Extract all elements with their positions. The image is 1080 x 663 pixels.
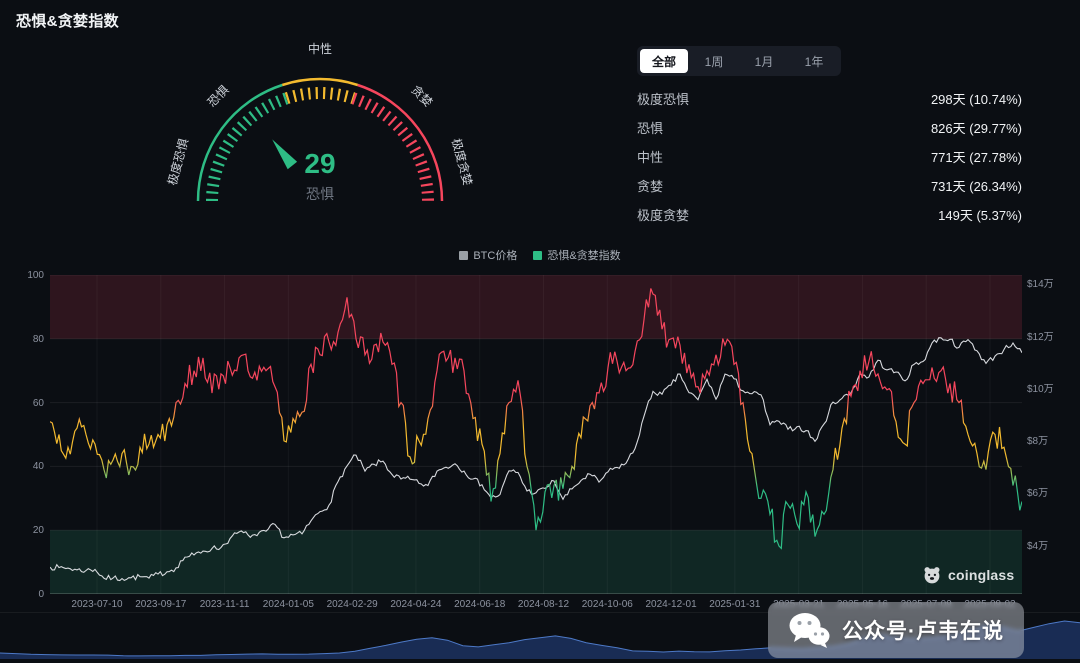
legend-item-btc[interactable]: BTC价格 [459,247,517,263]
range-tabs: 全部 1周 1月 1年 [637,46,841,76]
y-axis-right-label: $8万 [1027,436,1049,448]
stat-label: 中性 [637,150,664,165]
y-axis-left-label: 40 [32,461,44,473]
stat-row-extreme-fear: 极度恐惧 298天 (10.74%) [637,84,1022,113]
stat-value: 826天 (29.77%) [930,121,1022,136]
y-axis-right-label: $12万 [1027,331,1054,343]
y-axis-left-label: 20 [32,525,44,537]
gauge-svg: 中性 恐惧 贪婪 极度恐惧 极度贪婪 29 恐惧 [164,41,476,202]
y-axis-left-label: 0 [38,589,44,600]
stat-label: 极度贪婪 [637,208,690,223]
gauge-label-greed: 贪婪 [408,82,436,110]
chart-legend: BTC价格 恐惧&贪婪指数 [0,247,1080,263]
tab-1m[interactable]: 1月 [740,49,788,73]
watermark-text: 公众号·卢韦在说 [842,620,1004,643]
stat-row-greed: 贪婪 731天 (26.34%) [637,171,1022,200]
chart-band [50,275,1022,339]
x-axis-label: 2023-09-17 [135,599,187,610]
y-axis-right-label: $14万 [1027,279,1054,291]
y-axis-right-label: $10万 [1027,383,1054,395]
stat-value: 731天 (26.34%) [930,179,1022,194]
stat-label: 恐惧 [637,121,664,136]
y-axis-right-label: $6万 [1027,488,1049,500]
fear-greed-gauge: 中性 恐惧 贪婪 极度恐惧 极度贪婪 29 恐惧 [150,36,490,221]
tab-1w[interactable]: 1周 [690,49,738,73]
x-axis-label: 2023-11-11 [199,599,250,610]
legend-swatch-btc [459,250,469,260]
y-axis-left: 100 80 60 40 20 0 [0,270,44,600]
gauge-ticks-greed [351,92,434,202]
x-axis-label: 2025-01-31 [709,599,761,610]
x-axis-label: 2023-07-10 [71,599,123,610]
x-axis-label: 2024-10-06 [581,599,633,610]
tab-all[interactable]: 全部 [640,49,688,73]
gauge-value: 29 [304,148,335,179]
y-axis-left-label: 80 [32,333,44,345]
gauge-arc-neutral [281,77,359,87]
gauge-label-neutral: 中性 [308,41,332,56]
chart-bands [50,275,1022,594]
legend-swatch-fear-greed [533,250,543,260]
chart-band [50,530,1022,594]
x-axis-label: 2024-08-12 [517,599,570,610]
wechat-watermark: 公众号·卢韦在说 [768,602,1024,658]
stat-value: 771天 (27.78%) [930,150,1022,165]
coinglass-panda-icon [924,567,940,584]
gauge-ticks-neutral [284,87,356,105]
x-axis-label: 2024-04-24 [390,599,442,610]
main-chart[interactable] [49,274,1023,595]
gauge-value-label: 恐惧 [306,186,334,202]
stat-label: 极度恐惧 [637,92,690,107]
distribution-stats: 极度恐惧 298天 (10.74%) 恐惧 826天 (29.77%) 中性 7… [637,84,1022,229]
tab-1y[interactable]: 1年 [790,49,838,73]
wechat-icon [789,613,830,648]
y-axis-right: $14万 $12万 $10万 $8万 $6万 $4万 [1027,275,1080,594]
gauge-needle-icon [272,139,298,170]
page-title: 恐惧&贪婪指数 [16,13,119,30]
legend-item-fear-greed[interactable]: 恐惧&贪婪指数 [533,247,621,263]
stat-row-extreme-greed: 极度贪婪 149天 (5.37%) [637,200,1022,229]
stat-value: 149天 (5.37%) [938,208,1022,223]
stat-value: 298天 (10.74%) [930,92,1022,107]
fear-greed-dashboard: 恐惧&贪婪指数 中性 恐惧 贪婪 极度恐惧 极度贪婪 29 恐惧 全部 1周 1… [0,0,1080,663]
y-axis-left-label: 100 [27,270,44,281]
x-axis-label: 2024-01-05 [262,599,314,610]
gauge-label-extreme-greed: 极度贪婪 [449,137,476,187]
stat-row-neutral: 中性 771天 (27.78%) [637,142,1022,171]
gauge-label-extreme-fear: 极度恐惧 [164,137,191,187]
y-axis-left-label: 60 [32,397,44,409]
y-axis-right-label: $4万 [1027,540,1049,552]
coinglass-logo: coinglass [922,565,1014,585]
chart-svg [49,274,1023,595]
x-axis-label: 2024-02-29 [326,599,378,610]
legend-label: BTC价格 [473,250,518,262]
x-axis-label: 2024-06-18 [454,599,506,610]
legend-label: 恐惧&贪婪指数 [547,250,621,262]
x-axis-label: 2024-12-01 [645,599,697,610]
coinglass-logo-text: coinglass [948,567,1015,583]
gauge-label-fear: 恐惧 [204,82,232,110]
stat-row-fear: 恐惧 826天 (29.77%) [637,113,1022,142]
gauge-ticks-fear [206,92,289,202]
stat-label: 贪婪 [637,179,664,194]
